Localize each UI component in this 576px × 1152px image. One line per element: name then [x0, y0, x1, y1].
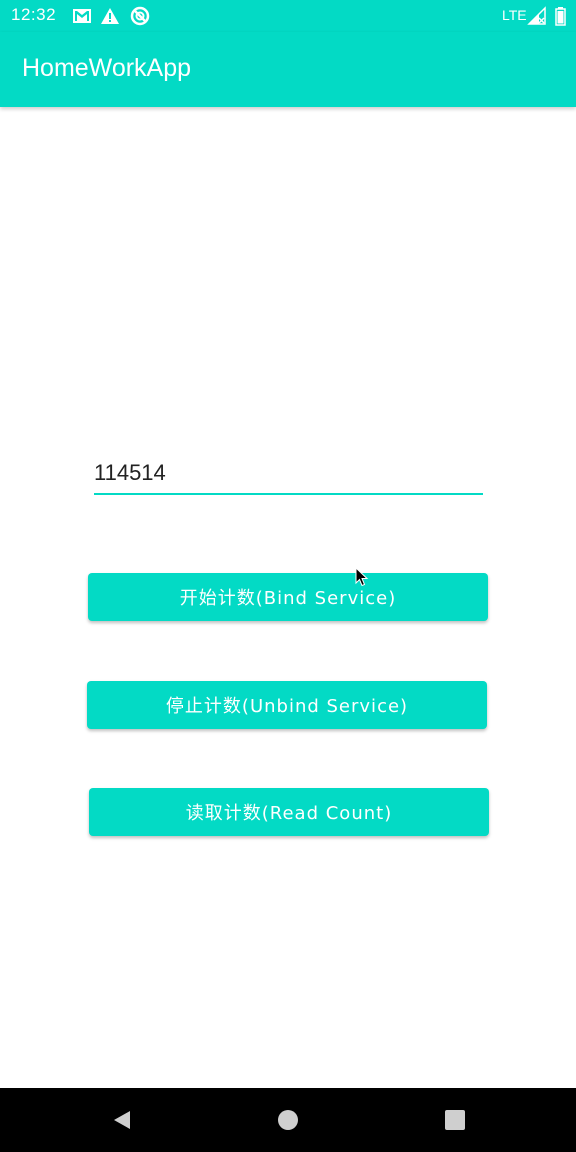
- unbind-service-button[interactable]: 停止计数(Unbind Service): [87, 681, 487, 729]
- sync-off-icon: [130, 6, 150, 26]
- app-title: HomeWorkApp: [22, 54, 192, 82]
- gmail-icon: [72, 6, 92, 26]
- bind-service-button[interactable]: 开始计数(Bind Service): [88, 573, 488, 621]
- status-bar: 12:32 LTE: [0, 0, 576, 32]
- read-count-button[interactable]: 读取计数(Read Count): [89, 788, 489, 836]
- signal-icon: [527, 6, 547, 26]
- warning-icon: [100, 6, 120, 26]
- home-icon[interactable]: [276, 1108, 300, 1132]
- mouse-cursor-icon: [355, 566, 369, 587]
- app-bar: HomeWorkApp: [0, 32, 576, 107]
- navigation-bar: [0, 1088, 576, 1152]
- recents-icon[interactable]: [443, 1108, 467, 1132]
- back-icon[interactable]: [110, 1108, 134, 1132]
- status-time: 12:32: [11, 5, 57, 24]
- battery-icon: [551, 6, 571, 26]
- count-input[interactable]: 114514: [94, 455, 483, 495]
- network-type: LTE: [502, 7, 527, 23]
